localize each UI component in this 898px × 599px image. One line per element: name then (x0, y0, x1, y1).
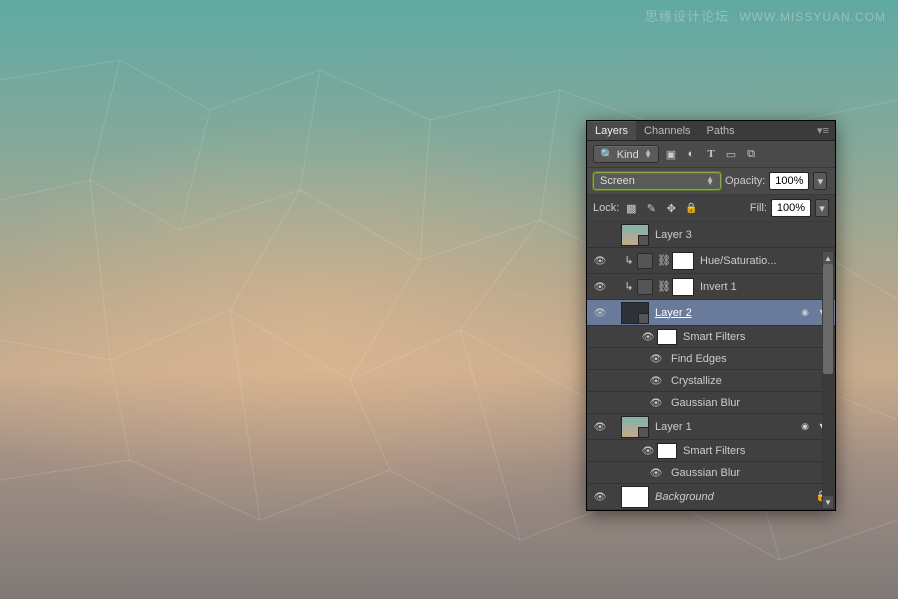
adjustment-icon (637, 279, 653, 295)
lock-all-icon[interactable] (683, 200, 699, 216)
layer-name: Layer 3 (655, 229, 831, 241)
layer-thumbnail[interactable] (621, 302, 649, 324)
filter-adjustment-icon[interactable]: ◐ (683, 146, 699, 162)
filter-shape-icon[interactable]: ▭ (723, 146, 739, 162)
blend-row: Screen ▲▼ Opacity: 100% ▾ (587, 168, 835, 195)
scroll-up-arrow[interactable]: ▲ (823, 252, 833, 264)
visibility-toggle[interactable] (639, 445, 657, 457)
watermark-url: WWW.MISSYUAN.COM (739, 10, 886, 24)
smart-filter-badge-icon: ◉ (797, 306, 813, 320)
panel-menu-icon[interactable]: ▾≡ (811, 124, 835, 137)
lock-transparency-icon[interactable]: ▩ (623, 200, 639, 216)
layer-row-invert[interactable]: ↳ ⛓ Invert 1 (587, 274, 835, 300)
filter-gaussian-blur-2[interactable]: Gaussian Blur ☰ (587, 462, 835, 484)
mask-thumbnail[interactable] (672, 252, 694, 270)
clip-icon: ↳ (621, 254, 637, 267)
visibility-toggle[interactable] (589, 255, 611, 267)
layers-list: Layer 3 ↳ ⛓ Hue/Saturatio... ↳ ⛓ Invert … (587, 222, 835, 510)
filter-kind-select[interactable]: 🔍 Kind ▲▼ (593, 145, 659, 163)
lock-position-icon[interactable]: ✥ (663, 200, 679, 216)
fill-field[interactable]: 100% (771, 199, 811, 217)
opacity-dropdown[interactable]: ▾ (813, 172, 827, 190)
visibility-toggle[interactable] (647, 353, 665, 365)
smart-filters-label: Smart Filters (683, 331, 835, 343)
smart-filters-label: Smart Filters (683, 445, 835, 457)
lock-pixels-icon[interactable]: ✎ (643, 200, 659, 216)
watermark-cn: 思缘设计论坛 (645, 9, 729, 24)
filter-gaussian-blur[interactable]: Gaussian Blur ☰ (587, 392, 835, 414)
tab-layers[interactable]: Layers (587, 121, 636, 140)
scrollbar-thumb[interactable] (823, 264, 833, 374)
visibility-toggle[interactable] (647, 375, 665, 387)
layer-thumbnail[interactable] (621, 486, 649, 508)
layer-name: Invert 1 (700, 281, 831, 293)
watermark: 思缘设计论坛 WWW.MISSYUAN.COM (645, 6, 886, 25)
layer-row-background[interactable]: Background (587, 484, 835, 510)
mask-thumbnail[interactable] (672, 278, 694, 296)
filter-find-edges[interactable]: Find Edges ☰ (587, 348, 835, 370)
visibility-toggle[interactable] (589, 281, 611, 293)
tab-paths[interactable]: Paths (699, 122, 743, 140)
link-icon[interactable]: ⛓ (656, 280, 672, 293)
layer-name: Layer 2 (655, 307, 797, 319)
visibility-toggle[interactable] (647, 397, 665, 409)
layers-panel: Layers Channels Paths ▾≡ 🔍 Kind ▲▼ ▣ ◐ T… (586, 120, 836, 511)
smart-filters-header-2[interactable]: Smart Filters (587, 440, 835, 462)
panel-tabs: Layers Channels Paths ▾≡ (587, 121, 835, 141)
fill-label: Fill: (750, 202, 767, 214)
layer-name: Layer 1 (655, 421, 797, 433)
blend-mode-select[interactable]: Screen ▲▼ (593, 172, 721, 190)
tab-channels[interactable]: Channels (636, 122, 698, 140)
link-icon[interactable]: ⛓ (656, 254, 672, 267)
layer-row-layer1[interactable]: Layer 1 ◉ ▾ (587, 414, 835, 440)
layer-row-hue-sat[interactable]: ↳ ⛓ Hue/Saturatio... (587, 248, 835, 274)
filter-name: Gaussian Blur (671, 397, 819, 409)
filter-name: Crystallize (671, 375, 819, 387)
blend-mode-value: Screen (600, 175, 635, 187)
layer-row-layer3[interactable]: Layer 3 (587, 222, 835, 248)
filter-smart-icon[interactable]: ⧉ (743, 146, 759, 162)
filter-type-icon[interactable]: T (703, 146, 719, 162)
filter-crystallize[interactable]: Crystallize ☰ (587, 370, 835, 392)
filter-name: Find Edges (671, 353, 819, 365)
filter-kind-label: Kind (617, 149, 639, 161)
scroll-down-arrow[interactable]: ▼ (823, 496, 833, 508)
opacity-label: Opacity: (725, 175, 765, 187)
adjustment-icon (637, 253, 653, 269)
smart-filter-badge-icon: ◉ (797, 420, 813, 434)
layer-name: Background (655, 491, 813, 503)
layer-thumbnail[interactable] (621, 224, 649, 246)
filter-pixel-icon[interactable]: ▣ (663, 146, 679, 162)
visibility-toggle[interactable] (589, 491, 611, 503)
layers-scrollbar[interactable]: ▲ ▼ (822, 252, 834, 508)
layer-row-layer2[interactable]: Layer 2 ◉ ▾ (587, 300, 835, 326)
opacity-field[interactable]: 100% (769, 172, 809, 190)
visibility-toggle[interactable] (589, 307, 611, 319)
visibility-toggle[interactable] (647, 467, 665, 479)
clip-icon: ↳ (621, 280, 637, 293)
smart-filter-mask[interactable] (657, 329, 677, 345)
visibility-toggle[interactable] (589, 421, 611, 433)
smart-filters-header[interactable]: Smart Filters (587, 326, 835, 348)
filter-row: 🔍 Kind ▲▼ ▣ ◐ T ▭ ⧉ (587, 141, 835, 168)
fill-dropdown[interactable]: ▾ (815, 199, 829, 217)
layer-name: Hue/Saturatio... (700, 255, 831, 267)
filter-name: Gaussian Blur (671, 467, 819, 479)
lock-label: Lock: (593, 202, 619, 214)
layer-thumbnail[interactable] (621, 416, 649, 438)
visibility-toggle[interactable] (639, 331, 657, 343)
lock-row: Lock: ▩ ✎ ✥ Fill: 100% ▾ (587, 195, 835, 222)
smart-filter-mask[interactable] (657, 443, 677, 459)
